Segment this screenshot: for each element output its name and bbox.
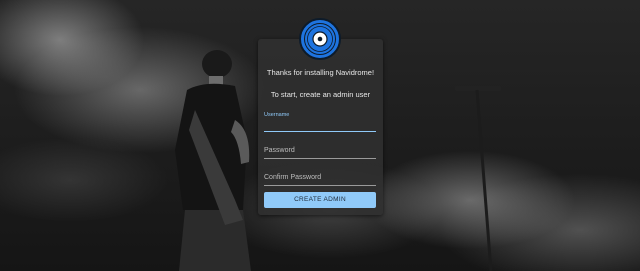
- create-admin-button[interactable]: CREATE ADMIN: [264, 192, 376, 208]
- username-field[interactable]: Username: [264, 111, 376, 132]
- username-label: Username: [264, 112, 290, 118]
- password-field[interactable]: Password: [264, 145, 376, 159]
- password-label: Password: [264, 147, 295, 154]
- instruction-text: To start, create an admin user: [270, 90, 371, 99]
- vinyl-record-icon: [299, 18, 341, 60]
- microphone-stand: [455, 86, 501, 271]
- confirm-password-label: Confirm Password: [264, 174, 322, 181]
- confirm-password-field[interactable]: Confirm Password: [264, 172, 376, 186]
- guitarist-silhouette: [175, 50, 251, 271]
- login-page: Thanks for installing Navidrome! To star…: [0, 0, 640, 271]
- welcome-text: Thanks for installing Navidrome!: [266, 68, 375, 77]
